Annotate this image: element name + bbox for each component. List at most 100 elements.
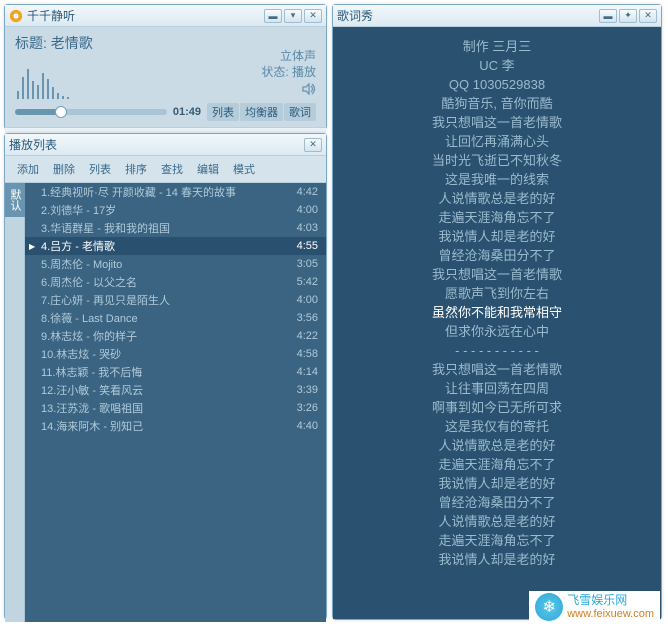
menu-item[interactable]: 列表 (85, 160, 115, 178)
track-name: 2.刘德华 - 17岁 (41, 202, 291, 218)
track-name: 9.林志炫 - 你的样子 (41, 328, 291, 344)
track-name: 5.周杰伦 - Mojito (41, 256, 291, 272)
lyrics-window: 歌词秀 ▬ ✦ ✕ 制作 三月三UC 李QQ 1030529838酷狗音乐, 音… (332, 4, 662, 620)
track-duration: 4:14 (297, 366, 318, 378)
lyrics-titlebar[interactable]: 歌词秀 ▬ ✦ ✕ (333, 5, 661, 27)
track-name: 4.吕方 - 老情歌 (41, 238, 291, 254)
lyric-line: 我说情人却是老的好 (339, 227, 655, 246)
track-name: 3.华语群星 - 我和我的祖国 (41, 220, 291, 236)
time-display: 01:49 (173, 106, 201, 118)
watermark: ❄ 飞雪娱乐网 www.feixuew.com (529, 591, 660, 623)
lyric-line: QQ 1030529838 (339, 75, 655, 94)
player-window: 千千静听 ▬ ▾ ✕ 标题: 老情歌 立体声 状态: 播放 01:49 列表 均… (4, 4, 327, 130)
track-duration: 3:26 (297, 402, 318, 414)
lyric-line: 这是我仅有的寄托 (339, 417, 655, 436)
app-logo-icon (9, 9, 23, 23)
track-name: 1.经典视听·尽 开颜收藏 - 14 春天的故事 (41, 184, 291, 200)
menu-item[interactable]: 排序 (121, 160, 151, 178)
track-row[interactable]: 12.汪小敏 - 笑看风云 3:39 (25, 381, 326, 399)
status-label: 状态: 播放 (261, 64, 316, 80)
track-row[interactable]: 6.周杰伦 - 以父之名5:42 (25, 273, 326, 291)
tab-equalizer[interactable]: 均衡器 (240, 103, 283, 121)
lyric-line: - - - - - - - - - - - (339, 341, 655, 360)
track-duration: 4:22 (297, 330, 318, 342)
track-name: 6.周杰伦 - 以父之名 (41, 274, 291, 290)
playlist-titlebar[interactable]: 播放列表 ✕ (5, 134, 326, 156)
lyric-line: UC 李 (339, 56, 655, 75)
menu-item[interactable]: 查找 (157, 160, 187, 178)
lyric-line: 制作 三月三 (339, 37, 655, 56)
track-duration: 4:58 (297, 348, 318, 360)
stereo-label: 立体声 (261, 48, 316, 64)
watermark-icon: ❄ (535, 593, 563, 621)
lyric-line: 啊事到如今已无所可求 (339, 398, 655, 417)
track-row[interactable]: 13.汪苏泷 - 歌唱祖国 3:26 (25, 399, 326, 417)
lyrics-pin-button[interactable]: ✦ (619, 9, 637, 23)
track-row[interactable]: 10.林志炫 - 哭砂 4:58 (25, 345, 326, 363)
spectrum-visualizer (15, 61, 261, 99)
playlist-close-button[interactable]: ✕ (304, 138, 322, 152)
lyric-line: 走遍天涯海角忘不了 (339, 531, 655, 550)
menu-item[interactable]: 编辑 (193, 160, 223, 178)
track-name: 11.林志颖 - 我不后悔 (41, 364, 291, 380)
track-row[interactable]: 5.周杰伦 - Mojito 3:05 (25, 255, 326, 273)
track-row[interactable]: 3.华语群星 - 我和我的祖国 4:03 (25, 219, 326, 237)
menu-item[interactable]: 模式 (229, 160, 259, 178)
track-row[interactable]: 1.经典视听·尽 开颜收藏 - 14 春天的故事 4:42 (25, 183, 326, 201)
lyric-line: 当时光飞逝已不知秋冬 (339, 151, 655, 170)
tab-lyrics[interactable]: 歌词 (284, 103, 316, 121)
track-duration: 4:03 (297, 222, 318, 234)
tray-button[interactable]: ▾ (284, 9, 302, 23)
panel-tabs: 列表 均衡器 歌词 (207, 103, 316, 121)
watermark-url: www.feixuew.com (567, 607, 654, 621)
track-name: 12.汪小敏 - 笑看风云 (41, 382, 291, 398)
track-duration: 4:00 (297, 294, 318, 306)
track-duration: 4:55 (297, 240, 318, 252)
progress-slider[interactable] (15, 109, 167, 115)
menu-item[interactable]: 添加 (13, 160, 43, 178)
playlist-window: 播放列表 ✕ 添加删除列表排序查找编辑模式 默认 1.经典视听·尽 开颜收藏 -… (4, 133, 327, 620)
lyric-line: 曾经沧海桑田分不了 (339, 493, 655, 512)
menu-item[interactable]: 删除 (49, 160, 79, 178)
track-row[interactable]: 2.刘德华 - 17岁 4:00 (25, 201, 326, 219)
lyric-line: 走遍天涯海角忘不了 (339, 208, 655, 227)
volume-icon[interactable] (302, 83, 316, 95)
playlist-title: 播放列表 (9, 136, 304, 153)
track-name: 8.徐薇 - Last Dance (41, 310, 291, 326)
track-duration: 4:00 (297, 204, 318, 216)
track-duration: 3:56 (297, 312, 318, 324)
track-duration: 3:05 (297, 258, 318, 270)
track-duration: 4:42 (297, 186, 318, 198)
lyric-line: 我只想唱这一首老情歌 (339, 113, 655, 132)
track-row[interactable]: 7.庄心妍 - 再见只是陌生人 4:00 (25, 291, 326, 309)
lyric-line: 曾经沧海桑田分不了 (339, 246, 655, 265)
track-row[interactable]: 11.林志颖 - 我不后悔 4:14 (25, 363, 326, 381)
track-row[interactable]: 8.徐薇 - Last Dance 3:56 (25, 309, 326, 327)
track-name: 10.林志炫 - 哭砂 (41, 346, 291, 362)
lyric-line: 但求你永远在心中 (339, 322, 655, 341)
watermark-name: 飞雪娱乐网 (567, 593, 654, 607)
playlist-side-tab[interactable]: 默认 (5, 183, 25, 622)
app-title: 千千静听 (27, 7, 264, 24)
track-row[interactable]: 9.林志炫 - 你的样子 4:22 (25, 327, 326, 345)
lyric-line: 我说情人却是老的好 (339, 550, 655, 569)
lyric-line: 人说情歌总是老的好 (339, 512, 655, 531)
lyric-line: 让回忆再涌满心头 (339, 132, 655, 151)
close-button[interactable]: ✕ (304, 9, 322, 23)
track-duration: 4:40 (297, 420, 318, 432)
track-row[interactable]: 14.海来阿木 - 别知己4:40 (25, 417, 326, 435)
track-name: 13.汪苏泷 - 歌唱祖国 (41, 400, 291, 416)
track-duration: 3:39 (297, 384, 318, 396)
lyric-line: 酷狗音乐, 音你而酷 (339, 94, 655, 113)
lyrics-min-button[interactable]: ▬ (599, 9, 617, 23)
track-name: 7.庄心妍 - 再见只是陌生人 (41, 292, 291, 308)
lyrics-close-button[interactable]: ✕ (639, 9, 657, 23)
lyric-line: 愿歌声飞到你左右 (339, 284, 655, 303)
minimize-button[interactable]: ▬ (264, 9, 282, 23)
lyric-line: 虽然你不能和我常相守 (339, 303, 655, 322)
lyric-line: 我只想唱这一首老情歌 (339, 360, 655, 379)
track-row[interactable]: 4.吕方 - 老情歌 4:55 (25, 237, 326, 255)
tab-playlist[interactable]: 列表 (207, 103, 239, 121)
track-list: 1.经典视听·尽 开颜收藏 - 14 春天的故事 4:42 2.刘德华 - 17岁 4… (25, 183, 326, 622)
player-titlebar[interactable]: 千千静听 ▬ ▾ ✕ (5, 5, 326, 27)
